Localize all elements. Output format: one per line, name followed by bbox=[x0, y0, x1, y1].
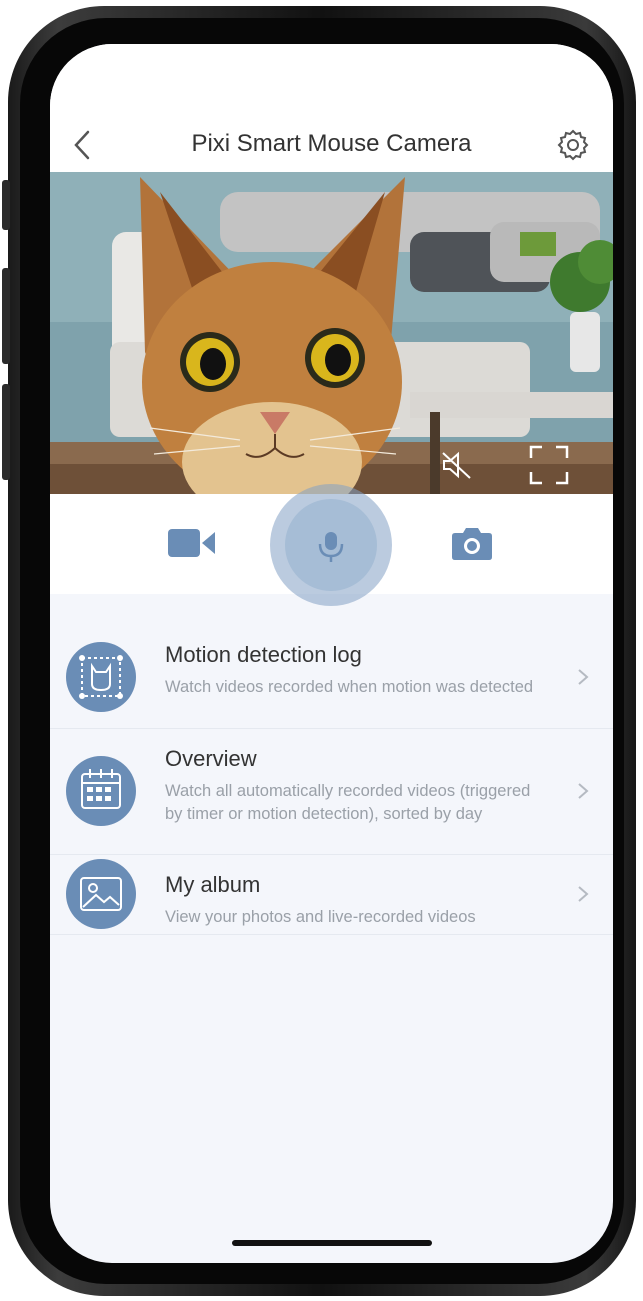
microphone-icon bbox=[318, 532, 344, 562]
page-title: Pixi Smart Mouse Camera bbox=[191, 130, 472, 157]
item-title: Overview bbox=[165, 746, 257, 771]
list-item-motion-log[interactable]: Motion detection log Watch videos record… bbox=[50, 626, 613, 729]
side-switch bbox=[2, 180, 10, 230]
speaker-muted-icon[interactable] bbox=[440, 450, 476, 480]
fullscreen-icon[interactable] bbox=[528, 444, 570, 486]
live-video-feed[interactable] bbox=[50, 172, 613, 494]
gear-icon[interactable] bbox=[556, 128, 590, 162]
camera-icon[interactable] bbox=[451, 525, 493, 561]
app-screen: Pixi Smart Mouse Camera Motion detection… bbox=[50, 44, 613, 1263]
chevron-right-icon bbox=[578, 669, 589, 685]
item-description: Watch all automatically recorded videos … bbox=[165, 782, 531, 823]
item-title: My album bbox=[165, 872, 261, 897]
photo-album-icon bbox=[66, 859, 136, 929]
home-indicator[interactable] bbox=[232, 1240, 432, 1246]
chevron-right-icon bbox=[578, 886, 589, 902]
list-item-overview[interactable]: Overview Watch all automatically recorde… bbox=[50, 728, 613, 855]
list-item-my-album[interactable]: My album View your photos and live-recor… bbox=[50, 854, 613, 935]
video-camera-icon[interactable] bbox=[168, 526, 216, 560]
calendar-icon bbox=[66, 756, 136, 826]
volume-up-button bbox=[2, 268, 10, 364]
item-description: Watch videos recorded when motion was de… bbox=[165, 678, 534, 696]
item-title: Motion detection log bbox=[165, 642, 362, 667]
volume-down-button bbox=[2, 384, 10, 480]
chevron-right-icon bbox=[578, 783, 589, 799]
item-description: View your photos and live-recorded video… bbox=[165, 908, 476, 926]
top-bar: Pixi Smart Mouse Camera bbox=[50, 44, 613, 172]
motion-detection-icon bbox=[66, 642, 136, 712]
